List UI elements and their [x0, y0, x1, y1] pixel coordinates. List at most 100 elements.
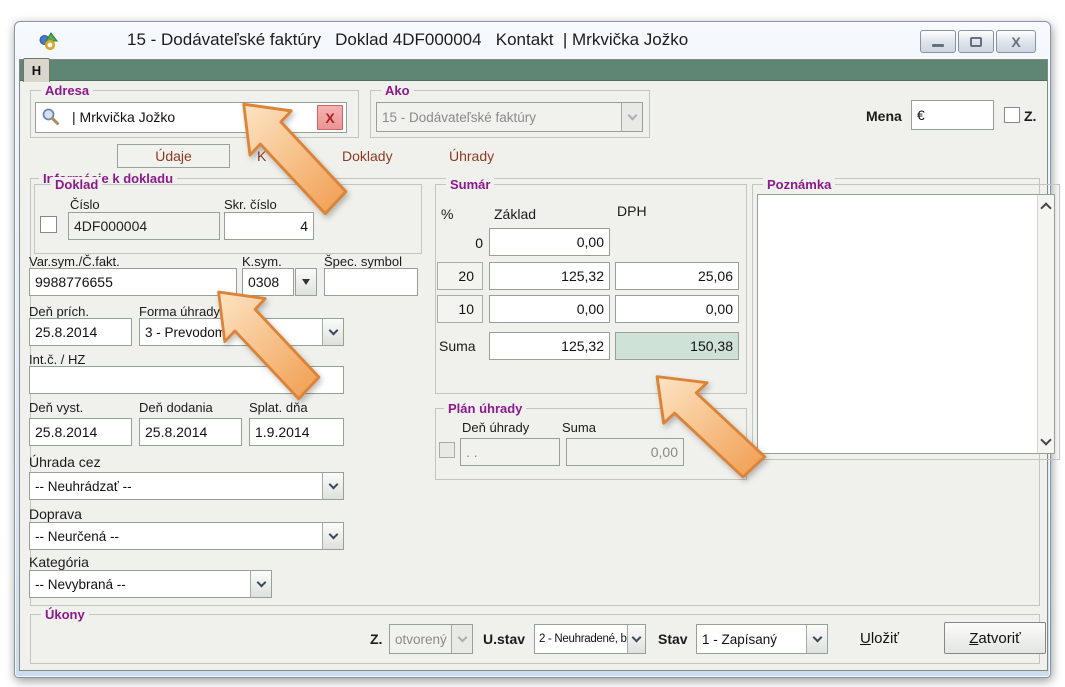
kategoria-dropdown-button[interactable] — [250, 571, 271, 597]
sumar-row10-dph-input[interactable]: 0,00 — [615, 295, 739, 323]
z-status-label: Z. — [370, 631, 382, 647]
forma-uhrady-label: Forma úhrady — [139, 304, 220, 319]
splat-dna-input[interactable]: 1.9.2014 — [249, 418, 344, 446]
minimize-button[interactable] — [920, 30, 956, 53]
minimize-icon — [932, 44, 944, 47]
doprava-dropdown-button[interactable] — [322, 523, 343, 549]
var-sym-input[interactable]: 9988776655 — [29, 268, 237, 296]
plan-suma-label: Suma — [562, 420, 596, 435]
u-stav-value: 2 - Neuhradené, be: — [535, 625, 627, 653]
tab-uhrady[interactable]: Úhrady — [449, 148, 494, 164]
uhrada-cez-select[interactable]: -- Neuhrádzať -- — [29, 472, 344, 500]
spec-symbol-label: Špec. symbol — [324, 254, 402, 269]
z-status-value: otvorený — [390, 625, 451, 653]
u-stav-dropdown-button[interactable] — [627, 625, 645, 653]
suma-zaklad-input[interactable]: 125,32 — [489, 332, 610, 360]
forma-uhrady-dropdown-button[interactable] — [322, 319, 343, 345]
scroll-down-icon[interactable] — [1040, 434, 1051, 445]
chevron-down-icon — [256, 577, 266, 587]
uhrada-cez-dropdown-button[interactable] — [322, 473, 343, 499]
plan-uhrady-label: Plán úhrady — [444, 401, 526, 416]
window: 15 - Dodávateľské faktúry Doklad 4DF0000… — [14, 21, 1051, 678]
den-vyst-label: Deň vyst. — [29, 400, 83, 415]
den-dodania-label: Deň dodania — [139, 400, 213, 415]
stav-select[interactable]: 1 - Zapísaný — [696, 624, 828, 654]
stav-dropdown-button[interactable] — [806, 625, 827, 653]
mena-label: Mena — [866, 108, 902, 124]
scroll-up-icon[interactable] — [1040, 202, 1051, 213]
stav-value: 1 - Zapísaný — [697, 625, 806, 653]
suma-row-label: Suma — [439, 338, 476, 354]
sumar-header-dph: DPH — [617, 203, 647, 219]
maximize-icon — [970, 37, 982, 47]
search-icon[interactable] — [41, 107, 61, 127]
sumar-row10-pct: 10 — [437, 295, 483, 323]
screenshot-stage: 15 - Dodávateľské faktúry Doklad 4DF0000… — [0, 0, 1065, 687]
poznamka-textarea[interactable] — [757, 194, 1055, 454]
doprava-label: Doprava — [29, 506, 82, 522]
sumar-row20-zaklad-input[interactable]: 125,32 — [489, 262, 610, 290]
form-content: H Adresa | Mrkvička Jožko X Ako 15 - Dod… — [19, 59, 1048, 671]
cislo-input[interactable]: 4DF000004 — [68, 212, 220, 240]
z-status-select[interactable]: otvorený — [389, 624, 473, 654]
close-button[interactable]: X — [996, 30, 1036, 53]
var-sym-label: Var.sym./Č.fakt. — [29, 254, 120, 269]
chevron-down-icon — [328, 325, 338, 335]
chevron-down-icon — [457, 632, 467, 642]
sumar-label: Sumár — [446, 177, 494, 192]
cislo-label: Číslo — [70, 197, 100, 212]
doprava-value: -- Neurčená -- — [30, 523, 322, 549]
den-dodania-input[interactable]: 25.8.2014 — [139, 418, 242, 446]
den-prich-label: Deň prích. — [29, 304, 89, 319]
z-checkbox[interactable] — [1004, 107, 1020, 123]
chevron-down-icon — [328, 529, 338, 539]
k-sym-label: K.sym. — [242, 254, 282, 269]
sumar-row0-zaklad-input[interactable]: 0,00 — [489, 228, 610, 256]
ako-value: 15 - Dodávateľské faktúry — [377, 103, 621, 131]
den-vyst-input[interactable]: 25.8.2014 — [29, 418, 132, 446]
mena-input[interactable]: € — [911, 100, 994, 130]
arrow-annotation-adresa — [237, 97, 349, 217]
chevron-down-icon — [812, 632, 822, 642]
arrow-annotation-suma — [650, 370, 768, 480]
sumar-row20-dph-input[interactable]: 25,06 — [615, 262, 739, 290]
cislo-checkbox[interactable] — [40, 216, 57, 233]
h-tab[interactable]: H — [23, 58, 50, 82]
uhrada-cez-value: -- Neuhrádzať -- — [30, 473, 322, 499]
plan-uhrady-checkbox[interactable] — [439, 442, 455, 458]
chevron-down-icon — [627, 110, 637, 120]
doprava-select[interactable]: -- Neurčená -- — [29, 522, 344, 550]
tab-udaje[interactable]: Údaje — [117, 144, 230, 168]
kategoria-select[interactable]: -- Nevybraná -- — [29, 570, 272, 598]
kategoria-value: -- Nevybraná -- — [30, 571, 250, 597]
title-bar[interactable]: 15 - Dodávateľské faktúry Doklad 4DF0000… — [15, 22, 1050, 59]
int-c-hz-label: Int.č. / HZ — [29, 352, 85, 367]
sumar-row0-pct: 0 — [439, 235, 483, 251]
u-stav-select[interactable]: 2 - Neuhradené, be: — [534, 624, 646, 654]
toolbar-strip — [20, 60, 1047, 81]
den-uhrady-label: Deň úhrady — [462, 420, 529, 435]
zatvorit-button[interactable]: Zatvoriť — [944, 622, 1046, 654]
den-uhrady-input[interactable]: . . — [460, 438, 560, 466]
poznamka-scrollbar[interactable] — [1037, 195, 1054, 453]
stav-label: Stav — [658, 631, 688, 647]
adresa-label: Adresa — [41, 83, 93, 98]
maximize-button[interactable] — [958, 30, 994, 53]
doklad-label: Doklad — [51, 177, 102, 192]
z-status-dropdown-button[interactable] — [451, 625, 472, 653]
sumar-row10-zaklad-input[interactable]: 0,00 — [489, 295, 610, 323]
u-stav-label: U.stav — [483, 631, 525, 647]
poznamka-label: Poznámka — [763, 177, 835, 192]
app-icon — [39, 31, 59, 51]
arrow-annotation-varsym — [212, 285, 322, 402]
chevron-down-icon — [328, 479, 338, 489]
ako-dropdown-button[interactable] — [621, 103, 642, 131]
sumar-header-pct: % — [441, 206, 453, 222]
kategoria-label: Kategória — [29, 554, 89, 570]
tab-doklady[interactable]: Doklady — [342, 148, 393, 164]
suma-dph-total: 150,38 — [615, 332, 739, 360]
spec-symbol-input[interactable] — [324, 268, 418, 296]
den-prich-input[interactable]: 25.8.2014 — [29, 318, 132, 346]
ako-select[interactable]: 15 - Dodávateľské faktúry — [376, 102, 643, 132]
ulozit-button[interactable]: Uložiť — [860, 630, 899, 647]
